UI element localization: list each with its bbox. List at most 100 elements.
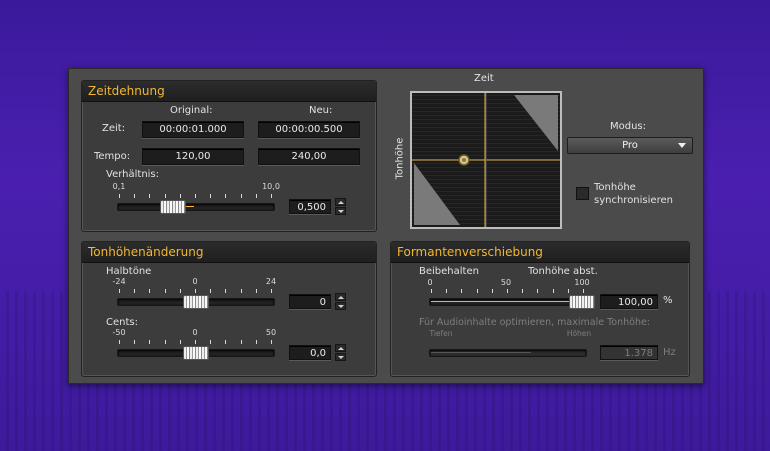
formant-scale-50: 50 [500,278,512,287]
slider-tick [271,289,272,293]
ratio-label: Verhältnis: [106,169,160,180]
slider-tick [446,289,448,293]
graph-bottom-left-triangle [414,163,460,225]
pitch-change-header: Tonhöhenänderung [82,242,376,263]
formant-slider-track[interactable] [429,298,587,306]
slider-tick [225,340,227,344]
time-stretch-panel: Zeitdehnung Original: Neu: Zeit: 00:00:0… [81,80,377,232]
slider-tick [255,340,257,344]
cents-min-label: -50 [112,328,126,337]
semitones-min-label: -24 [112,277,126,286]
semitones-up-arrow-icon[interactable] [335,293,346,301]
pitch-change-panel: Tonhöhenänderung Halbtöne -24 0 24 0 Cen… [81,241,377,377]
ratio-slider-track[interactable] [117,203,275,211]
graph-handle-center [462,158,466,162]
semitones-down-arrow-icon[interactable] [335,302,346,310]
formant-value-field[interactable]: 100,00 [600,294,658,309]
slider-tick [491,289,493,293]
new-column-label: Neu: [309,105,333,116]
depths-label: Tiefen [429,329,453,338]
formant-fill [431,301,573,302]
semitones-mid-label: 0 [192,277,198,286]
slider-tick [195,194,196,198]
time-label: Zeit: [102,123,126,134]
ratio-value-field[interactable]: 0,500 [289,199,331,214]
ratio-spinner[interactable] [335,198,346,215]
tempo-original-field[interactable]: 120,00 [142,148,244,165]
graph-y-label: Tonhöhe [394,137,406,180]
formant-slider-knob[interactable] [569,295,595,309]
slider-tick [195,289,196,293]
cents-up-arrow-icon[interactable] [335,344,346,352]
ratio-center-marker [186,206,194,207]
time-new-field[interactable]: 00:00:00.500 [258,121,360,138]
ratio-down-arrow-icon[interactable] [335,207,346,215]
slider-tick [431,289,432,293]
formant-shift-panel: Formantenverschiebung Beibehalten Tonhöh… [390,241,690,377]
cents-value-field[interactable]: 0,0 [289,345,331,360]
ratio-up-arrow-icon[interactable] [335,198,346,206]
ratio-max-label: 10,0 [262,182,280,191]
cents-max-label: 50 [265,328,277,337]
slider-tick [210,289,212,293]
slider-tick [179,340,181,344]
slider-tick [134,194,136,198]
semitones-spinner[interactable] [335,293,346,310]
slider-tick [210,340,212,344]
heights-label: Höhen [566,329,592,338]
tempo-label: Tempo: [94,151,131,162]
semitones-value-field[interactable]: 0 [289,294,331,309]
pitch-time-graph[interactable] [410,91,562,229]
slider-tick [461,289,463,293]
slider-tick [567,289,569,293]
ratio-min-label: 0,1 [112,182,126,191]
slider-tick [255,289,257,293]
slider-tick [119,289,120,293]
slider-tick [210,194,212,198]
mode-label: Modus: [610,121,647,132]
semitones-slider-knob[interactable] [183,295,209,309]
ratio-slider-knob[interactable] [160,200,186,214]
slider-tick [522,289,524,293]
preserve-label: Beibehalten [419,266,479,277]
slider-tick [255,194,257,198]
slider-tick [134,340,136,344]
cents-label: Cents: [106,317,138,328]
slider-tick [149,289,151,293]
optimize-fill [431,352,531,353]
slider-tick [179,194,181,198]
graph-x-label: Zeit [474,73,494,84]
cents-spinner[interactable] [335,344,346,361]
slider-tick [119,194,120,198]
formant-unit-label: % [663,295,673,306]
slider-tick [271,194,272,198]
sync-pitch-checkbox[interactable] [576,187,589,200]
slider-tick [476,289,478,293]
slider-tick [240,289,242,293]
slider-tick [507,289,508,293]
slider-tick [179,289,181,293]
formant-shift-title: Formantenverschiebung [397,245,543,259]
formant-shift-header: Formantenverschiebung [391,242,689,263]
slider-tick [537,289,539,293]
hz-value-field: 1.378 [600,345,658,360]
slider-tick [552,289,554,293]
slider-tick [583,289,584,293]
tempo-new-field[interactable]: 240,00 [258,148,360,165]
slider-tick [225,194,227,198]
optimize-label: Für Audioinhalte optimieren, maximale To… [419,317,651,328]
slider-tick [119,340,120,344]
slider-tick [134,289,136,293]
sync-pitch-label-line2: synchronisieren [594,195,673,206]
pitch-change-title: Tonhöhenänderung [88,245,204,259]
semitones-label: Halbtöne [106,266,152,277]
time-original-field[interactable]: 00:00:01.000 [142,121,244,138]
cents-down-arrow-icon[interactable] [335,353,346,361]
chevron-down-icon [678,143,686,148]
cents-slider-knob[interactable] [183,346,209,360]
slider-tick [164,194,166,198]
graph-top-right-triangle [514,95,558,151]
slider-tick [149,194,151,198]
formant-scale-100: 100 [574,278,590,287]
mode-dropdown[interactable]: Pro [567,137,693,154]
